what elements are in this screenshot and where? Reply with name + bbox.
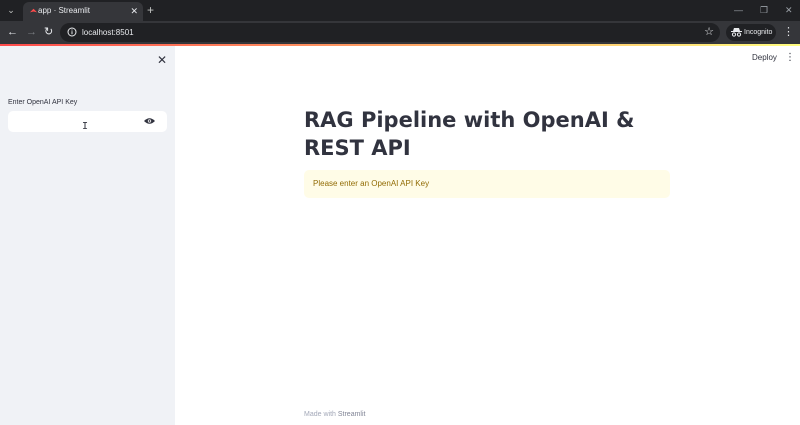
eye-icon[interactable] bbox=[144, 117, 155, 125]
page-title: RAG Pipeline with OpenAI & REST API bbox=[304, 108, 635, 160]
new-tab-button[interactable]: + bbox=[147, 3, 154, 17]
incognito-label: Incognito bbox=[744, 29, 773, 36]
footer-brand-link[interactable]: Streamlit bbox=[338, 411, 366, 418]
app-viewport: Deploy ⋮ ✕ Enter OpenAI API Key I RAG Pi… bbox=[0, 46, 800, 425]
close-window-icon[interactable]: ✕ bbox=[785, 4, 793, 16]
text-cursor-icon: I bbox=[82, 121, 89, 132]
back-icon[interactable]: ← bbox=[7, 26, 18, 39]
reload-icon[interactable]: ↻ bbox=[44, 26, 53, 39]
footer-prefix: Made with bbox=[304, 411, 336, 418]
alert-text: Please enter an OpenAI API Key bbox=[313, 179, 430, 188]
browser-menu-icon[interactable]: ⋮ bbox=[783, 25, 794, 39]
minimize-icon[interactable]: — bbox=[734, 4, 743, 16]
url-text[interactable]: localhost:8501 bbox=[82, 26, 134, 39]
restore-icon[interactable]: ❐ bbox=[760, 4, 768, 16]
api-key-label: Enter OpenAI API Key bbox=[8, 99, 78, 106]
browser-tabstrip: ⌄ app · Streamlit ✕ + — ❐ ✕ bbox=[0, 0, 800, 21]
incognito-icon bbox=[731, 28, 742, 37]
site-info-icon[interactable] bbox=[67, 27, 77, 37]
tab-list-icon[interactable]: ⌄ bbox=[4, 3, 18, 17]
main-menu-icon[interactable]: ⋮ bbox=[785, 51, 795, 65]
sidebar-close-icon[interactable]: ✕ bbox=[157, 53, 167, 67]
browser-toolbar: ← → ↻ localhost:8501 ☆ Incognito bbox=[0, 21, 800, 44]
footer: Made with Streamlit bbox=[304, 410, 365, 419]
tab-title: app · Streamlit bbox=[38, 6, 91, 15]
close-tab-icon[interactable]: ✕ bbox=[130, 5, 138, 17]
warning-alert: Please enter an OpenAI API Key bbox=[304, 170, 670, 198]
incognito-badge[interactable]: Incognito bbox=[726, 24, 776, 41]
address-bar[interactable]: localhost:8501 ☆ bbox=[60, 23, 720, 42]
deploy-button[interactable]: Deploy bbox=[752, 53, 777, 63]
bookmark-star-icon[interactable]: ☆ bbox=[704, 25, 714, 39]
sidebar: ✕ Enter OpenAI API Key I bbox=[0, 46, 175, 425]
streamlit-favicon-icon bbox=[29, 8, 38, 13]
forward-icon[interactable]: → bbox=[26, 26, 37, 39]
browser-tab[interactable]: app · Streamlit ✕ bbox=[23, 2, 143, 21]
